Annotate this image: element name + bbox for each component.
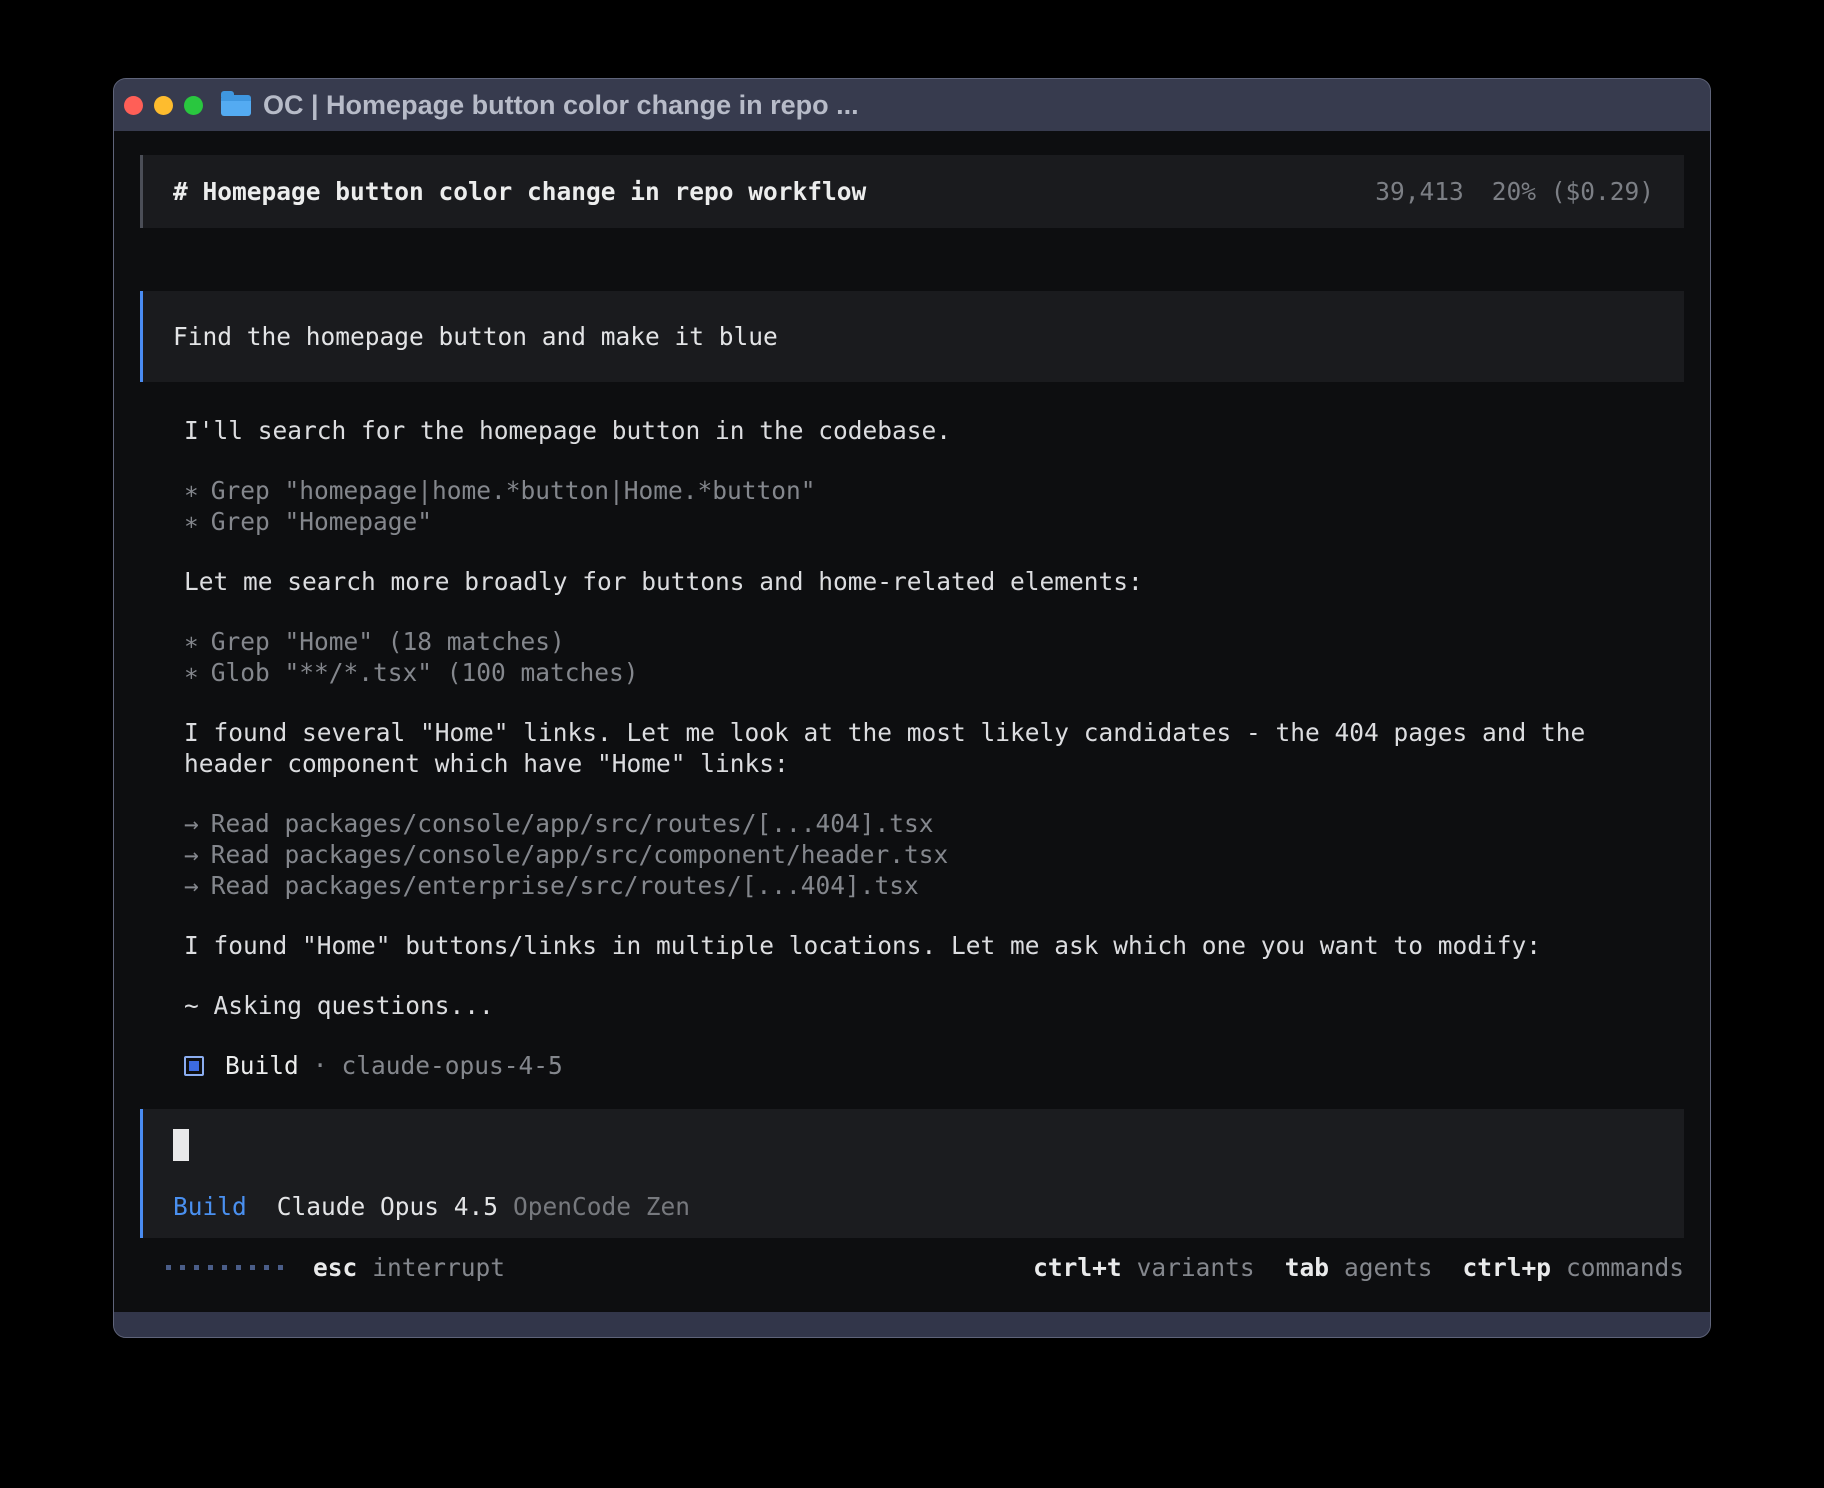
tool-call-label: Grep "Home" (18 matches) xyxy=(211,627,565,656)
tool-bullet-icon: ∗ xyxy=(184,506,199,537)
shortcut-key: tab xyxy=(1285,1252,1329,1283)
terminal-window: OC | Homepage button color change in rep… xyxy=(113,78,1711,1338)
read-arrow-icon: → xyxy=(184,839,199,870)
assistant-transcript: I'll search for the homepage button in t… xyxy=(140,415,1684,1283)
tool-call-line: ∗ Grep "homepage|home.*button|Home.*butto… xyxy=(184,475,1684,506)
folder-icon xyxy=(221,95,251,116)
tool-call-line: → Read packages/enterprise/src/routes/[..… xyxy=(184,870,1684,901)
shortcut-hints: ctrl+t variants tab agents ctrl+p commands xyxy=(1033,1252,1684,1283)
context-usage: 20% ($0.29) xyxy=(1492,177,1654,206)
working-status-text: ~ Asking questions... xyxy=(184,990,1619,1021)
shortcut-key: ctrl+p xyxy=(1462,1252,1551,1283)
provider-label: OpenCode Zen xyxy=(513,1191,690,1222)
session-header: # Homepage button color change in repo w… xyxy=(140,155,1684,228)
tool-call-line: ∗ Glob "**/*.tsx" (100 matches) xyxy=(184,657,1684,688)
tool-bullet-icon: ∗ xyxy=(184,475,199,506)
agent-attribution: Build · claude-opus-4-5 xyxy=(184,1050,1684,1081)
mode-label: Build xyxy=(173,1191,247,1222)
shortcut-label: interrupt xyxy=(372,1252,505,1283)
prompt-input[interactable]: Build Claude Opus 4.5 OpenCode Zen xyxy=(140,1109,1684,1238)
terminal-viewport[interactable]: # Homepage button color change in repo w… xyxy=(114,131,1710,1312)
tool-call-label: Grep "Homepage" xyxy=(211,507,432,536)
token-count: 39,413 xyxy=(1375,177,1464,206)
fullscreen-button[interactable] xyxy=(184,96,203,115)
tool-call-group: → Read packages/console/app/src/routes/[.… xyxy=(184,808,1684,901)
tool-call-line: → Read packages/console/app/src/routes/[.… xyxy=(184,808,1684,839)
prompt-meta: Build Claude Opus 4.5 OpenCode Zen xyxy=(173,1191,1654,1222)
read-arrow-icon: → xyxy=(184,870,199,901)
assistant-text: I found "Home" buttons/links in multiple… xyxy=(184,930,1619,961)
close-button[interactable] xyxy=(124,96,143,115)
shortcut-label: commands xyxy=(1566,1252,1684,1283)
traffic-lights xyxy=(124,96,203,115)
shortcut-commands: ctrl+p commands xyxy=(1462,1252,1684,1283)
tool-call-line: → Read packages/console/app/src/component… xyxy=(184,839,1684,870)
read-arrow-icon: → xyxy=(184,808,199,839)
agent-model: claude-opus-4-5 xyxy=(342,1050,563,1081)
tool-call-label: Read packages/enterprise/src/routes/[...… xyxy=(211,871,919,900)
shortcut-key: ctrl+t xyxy=(1033,1252,1122,1283)
model-label: Claude Opus 4.5 xyxy=(277,1191,498,1222)
session-title: # Homepage button color change in repo w… xyxy=(173,176,866,207)
session-stats: 39,413 20% ($0.29) xyxy=(1375,176,1654,207)
text-cursor xyxy=(173,1129,189,1161)
window-titlebar[interactable]: OC | Homepage button color change in rep… xyxy=(114,79,1710,131)
tool-bullet-icon: ∗ xyxy=(184,626,199,657)
spinner-dots xyxy=(166,1265,283,1270)
assistant-text: I found several "Home" links. Let me loo… xyxy=(184,717,1619,779)
tool-call-line: ∗ Grep "Home" (18 matches) xyxy=(184,626,1684,657)
minimize-button[interactable] xyxy=(154,96,173,115)
tool-call-label: Read packages/console/app/src/routes/[..… xyxy=(211,809,934,838)
shortcut-label: variants xyxy=(1137,1252,1255,1283)
interrupt-hint: esc interrupt xyxy=(166,1252,505,1283)
agent-badge-icon xyxy=(184,1056,204,1076)
assistant-text: Let me search more broadly for buttons a… xyxy=(184,566,1619,597)
assistant-text: I'll search for the homepage button in t… xyxy=(184,415,1619,446)
shortcut-label: agents xyxy=(1344,1252,1433,1283)
tool-call-group: ∗ Grep "homepage|home.*button|Home.*butto… xyxy=(184,475,1684,537)
window-title: OC | Homepage button color change in rep… xyxy=(263,90,859,121)
separator-dot: · xyxy=(313,1050,328,1081)
tool-call-label: Grep "homepage|home.*button|Home.*button… xyxy=(211,476,816,505)
tool-call-label: Glob "**/*.tsx" (100 matches) xyxy=(211,658,639,687)
tool-call-label: Read packages/console/app/src/component/… xyxy=(211,840,949,869)
agent-name: Build xyxy=(225,1050,299,1081)
tool-call-line: ∗ Grep "Homepage" xyxy=(184,506,1684,537)
tool-call-group: ∗ Grep "Home" (18 matches) ∗ Glob "**/*.ts… xyxy=(184,626,1684,688)
shortcut-variants: ctrl+t variants xyxy=(1033,1252,1255,1283)
status-bar: esc interrupt ctrl+t variants tab agents c… xyxy=(140,1252,1684,1283)
shortcut-agents: tab agents xyxy=(1285,1252,1433,1283)
user-message: Find the homepage button and make it blu… xyxy=(140,291,1684,382)
window-footer xyxy=(114,1312,1710,1337)
tool-bullet-icon: ∗ xyxy=(184,657,199,688)
user-message-text: Find the homepage button and make it blu… xyxy=(173,322,778,351)
shortcut-key: esc xyxy=(313,1252,357,1283)
